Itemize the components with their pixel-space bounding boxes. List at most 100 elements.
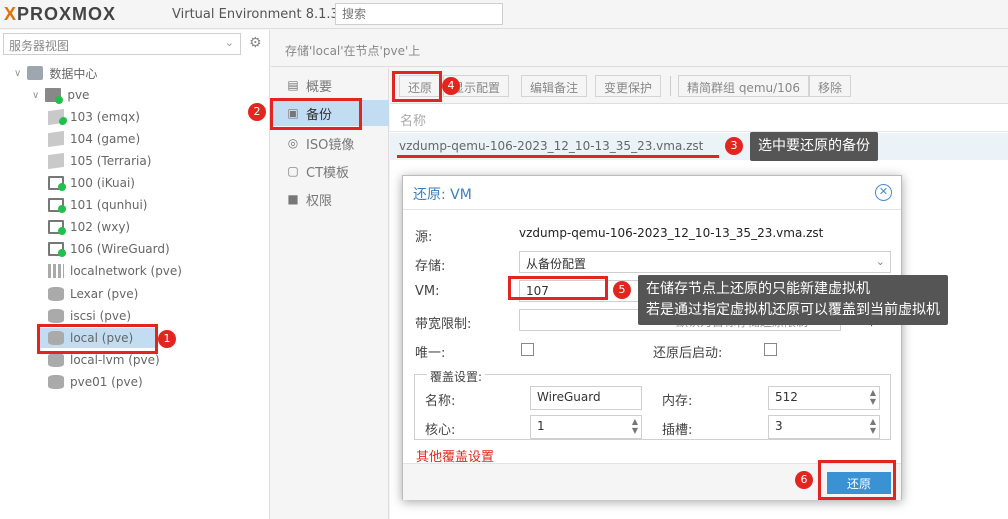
name-field[interactable]: WireGuard	[530, 386, 642, 410]
storage-select[interactable]: 从备份配置 ⌄	[519, 251, 891, 273]
step-badge-4: 4	[442, 77, 460, 95]
expand-toggle-icon[interactable]: ∨	[32, 90, 39, 101]
tree-item[interactable]: 101 (qunhui)	[48, 195, 147, 215]
proxmox-logo[interactable]: XPROXMOX	[4, 4, 116, 25]
tree-item-label: 100 (iKuai)	[70, 176, 135, 190]
template-icon: ▢	[287, 164, 299, 178]
column-header-name[interactable]: 名称	[390, 104, 1008, 132]
storage-icon	[48, 353, 64, 367]
tree-item-label: iscsi (pve)	[70, 309, 132, 323]
tree-item-label: local-lvm (pve)	[70, 353, 160, 367]
annotation-box-2	[270, 98, 362, 130]
tree-item-label: 数据中心	[49, 66, 98, 81]
toolbar-separator	[670, 76, 671, 96]
tree-item[interactable]: Lexar (pve)	[48, 284, 138, 304]
spinner-icon[interactable]: ▲ ▼	[870, 417, 876, 435]
sockets-field[interactable]: 3 ▲ ▼	[768, 415, 880, 439]
tree-item[interactable]: 104 (game)	[48, 129, 140, 149]
dialog-title: 还原: VM	[403, 176, 901, 210]
storage-select-value: 从备份配置	[526, 257, 587, 271]
summary-icon: ▤	[287, 78, 299, 92]
node-icon	[45, 88, 64, 104]
tree-item[interactable]: iscsi (pve)	[48, 306, 131, 326]
storage-icon	[48, 287, 64, 301]
tree-item[interactable]: localnetwork (pve)	[48, 261, 182, 281]
side-menu-label: CT模板	[306, 165, 350, 181]
tree-item[interactable]: 106 (WireGuard)	[48, 239, 170, 259]
top-header: XPROXMOX Virtual Environment 8.1.3	[0, 0, 1008, 29]
iso-icon: ◎	[287, 136, 299, 150]
source-value: vzdump-qemu-106-2023_12_10-13_35_23.vma.…	[519, 226, 824, 240]
side-menu-item[interactable]: ◎ ISO镜像	[271, 130, 389, 156]
spinner-icon[interactable]: ▲ ▼	[632, 417, 638, 435]
tree-item[interactable]: 102 (wxy)	[48, 217, 130, 237]
backup-toolbar: 还原 显示配置 编辑备注 变更保护 精简群组 qemu/106 移除	[390, 68, 1008, 104]
tree-item-label: Lexar (pve)	[70, 287, 139, 301]
breadcrumb: 存储'local'在节点'pve'上	[271, 30, 1008, 67]
lock-icon: ■	[287, 192, 299, 206]
annotation-tip-5-line1: 在储存节点上还原的只能新建虚拟机	[646, 281, 870, 297]
vm-running-icon	[48, 176, 66, 191]
restore-vm-dialog: 还原: VM ✕ 源: vzdump-qemu-106-2023_12_10-1…	[402, 175, 902, 500]
tree-item[interactable]: ∨ 数据中心	[14, 63, 97, 83]
vm-running-icon	[48, 220, 66, 235]
expand-toggle-icon[interactable]: ∨	[14, 68, 21, 79]
edit-notes-button[interactable]: 编辑备注	[521, 75, 588, 97]
memory-value: 512	[775, 390, 798, 404]
tree-item-label: 105 (Terraria)	[70, 154, 152, 168]
prune-group-button[interactable]: 精简群组 qemu/106	[678, 75, 810, 97]
tree-item-label: 102 (wxy)	[70, 220, 131, 234]
chevron-down-icon: ⌄	[224, 36, 234, 49]
change-protection-button[interactable]: 变更保护	[595, 75, 662, 97]
close-icon[interactable]: ✕	[875, 184, 892, 201]
annotation-underline-3	[397, 155, 719, 158]
annotation-box-6	[818, 460, 896, 500]
unique-checkbox[interactable]	[521, 343, 534, 356]
side-menu-item[interactable]: ■ 权限	[271, 186, 389, 212]
view-selector[interactable]: 服务器视图 ⌄	[3, 33, 241, 55]
memory-field[interactable]: 512 ▲ ▼	[768, 386, 880, 410]
annotation-tip-3: 选中要还原的备份	[750, 132, 878, 161]
start-after-restore-checkbox[interactable]	[764, 343, 777, 356]
tree-item-label: 104 (game)	[70, 132, 141, 146]
tree-item-label: localnetwork (pve)	[70, 264, 182, 278]
tree-item[interactable]: 103 (emqx)	[48, 107, 140, 127]
cores-value: 1	[537, 419, 545, 433]
gear-icon[interactable]: ⚙	[249, 35, 262, 51]
unique-label: 唯一:	[415, 346, 446, 361]
side-menu-label: 权限	[306, 193, 333, 209]
tree-item-label: pve01 (pve)	[70, 375, 143, 389]
tree-item-label: pve	[67, 88, 90, 102]
cores-field[interactable]: 1 ▲ ▼	[530, 415, 642, 439]
tree-item[interactable]: 105 (Terraria)	[48, 151, 151, 171]
cores-label: 核心:	[425, 423, 456, 438]
tree-item[interactable]: ∨ pve	[32, 85, 89, 105]
tree-item-label: 106 (WireGuard)	[70, 242, 170, 256]
chevron-down-icon: ⌄	[875, 255, 885, 268]
tree-item[interactable]: pve01 (pve)	[48, 372, 143, 392]
logo-text: PROXMOX	[17, 4, 117, 24]
side-menu-item[interactable]: ▢ CT模板	[271, 158, 389, 184]
start-after-restore-label: 还原后启动:	[653, 346, 723, 361]
step-badge-6: 6	[795, 471, 813, 489]
tree-item-label: 103 (emqx)	[70, 110, 140, 124]
annotation-box-4	[392, 71, 442, 102]
override-settings-legend: 覆盖设置:	[427, 368, 486, 385]
datacenter-icon	[27, 66, 44, 80]
tree-item[interactable]: 100 (iKuai)	[48, 173, 135, 193]
storage-icon	[48, 309, 64, 323]
container-icon	[48, 152, 64, 170]
step-badge-3: 3	[725, 137, 743, 155]
annotation-box-5	[508, 276, 608, 300]
remove-button[interactable]: 移除	[809, 75, 852, 97]
spinner-icon[interactable]: ▲ ▼	[870, 388, 876, 406]
search-input[interactable]	[335, 3, 503, 25]
bandwidth-label: 带宽限制:	[415, 317, 472, 332]
vm-running-icon	[48, 198, 66, 213]
annotation-tip-5: 在储存节点上还原的只能新建虚拟机 若是通过指定虚拟机还原可以覆盖到当前虚拟机	[638, 275, 948, 325]
annotation-tip-5-line2: 若是通过指定虚拟机还原可以覆盖到当前虚拟机	[646, 302, 940, 318]
step-badge-1: 1	[158, 330, 176, 348]
side-menu-item[interactable]: ▤ 概要	[271, 72, 389, 98]
sockets-value: 3	[775, 419, 783, 433]
container-icon	[48, 130, 64, 148]
